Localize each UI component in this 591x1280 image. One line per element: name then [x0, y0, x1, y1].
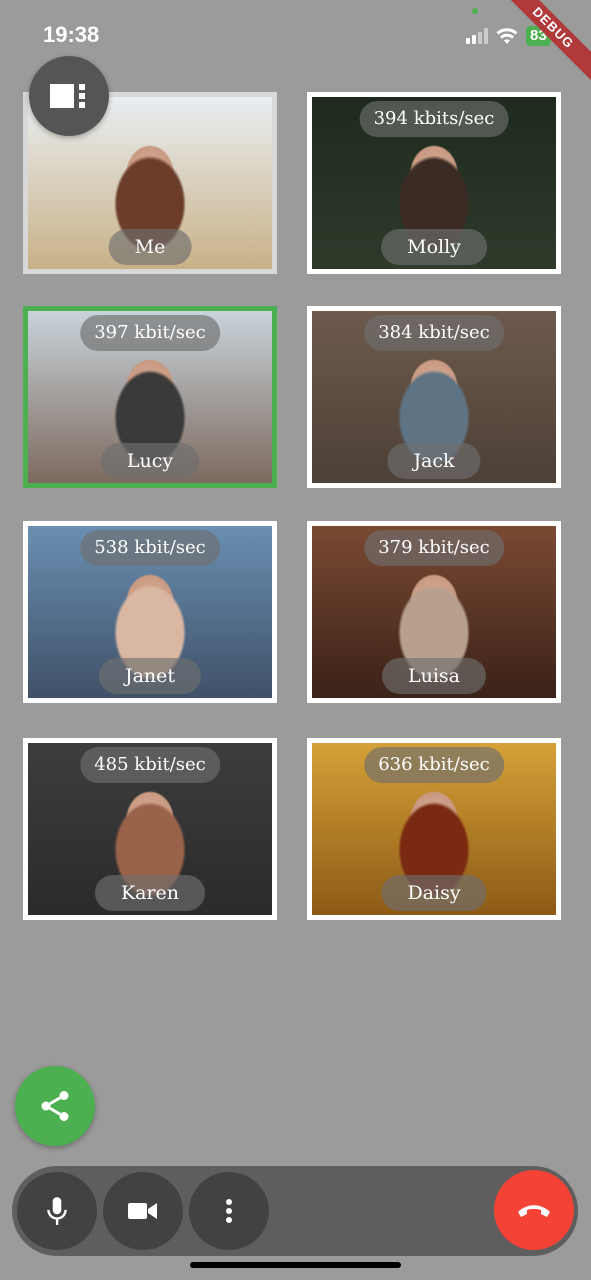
more-options-icon — [226, 1199, 232, 1223]
home-indicator[interactable] — [190, 1262, 401, 1268]
layout-icon — [50, 84, 85, 108]
signal-icon — [466, 28, 488, 44]
bitrate-label: 636 kbit/sec — [364, 747, 504, 783]
camera-icon — [128, 1203, 157, 1219]
hang-up-button[interactable] — [494, 1170, 574, 1250]
participant-name: Daisy — [381, 875, 487, 911]
participant-tile[interactable]: 485 kbit/sec Karen — [23, 738, 277, 920]
participant-tile[interactable]: 636 kbit/sec Daisy — [307, 738, 561, 920]
camera-button[interactable] — [103, 1172, 183, 1250]
share-button[interactable] — [15, 1066, 95, 1146]
status-time: 19:38 — [43, 22, 100, 47]
bitrate-label: 538 kbit/sec — [80, 530, 220, 566]
participant-tile[interactable]: 379 kbit/sec Luisa — [307, 521, 561, 703]
participant-name: Molly — [381, 229, 487, 265]
participant-name: Lucy — [100, 443, 200, 479]
participant-tile[interactable]: 384 kbit/sec Jack — [307, 306, 561, 488]
participant-name: Janet — [98, 658, 202, 694]
bitrate-label: 379 kbit/sec — [364, 530, 504, 566]
bitrate-label: 485 kbit/sec — [80, 747, 220, 783]
camera-in-use-indicator — [472, 8, 478, 14]
bitrate-label: 394 kbits/sec — [359, 101, 509, 137]
participant-name: Luisa — [381, 658, 487, 694]
participant-name: Karen — [94, 875, 206, 911]
participant-name: Me — [108, 229, 192, 265]
participant-name: Jack — [387, 443, 481, 479]
bitrate-label: 384 kbit/sec — [364, 315, 504, 351]
participant-tile[interactable]: 394 kbits/sec Molly — [307, 92, 561, 274]
microphone-icon — [47, 1197, 67, 1225]
more-options-button[interactable] — [189, 1172, 269, 1250]
layout-toggle-button[interactable] — [29, 56, 109, 136]
participant-tile[interactable]: 397 kbit/sec Lucy — [23, 306, 277, 488]
hang-up-icon — [518, 1205, 550, 1217]
microphone-button[interactable] — [17, 1172, 97, 1250]
wifi-icon — [496, 28, 518, 44]
share-icon — [41, 1091, 69, 1121]
bitrate-label: 397 kbit/sec — [80, 315, 220, 351]
participant-tile[interactable]: 538 kbit/sec Janet — [23, 521, 277, 703]
